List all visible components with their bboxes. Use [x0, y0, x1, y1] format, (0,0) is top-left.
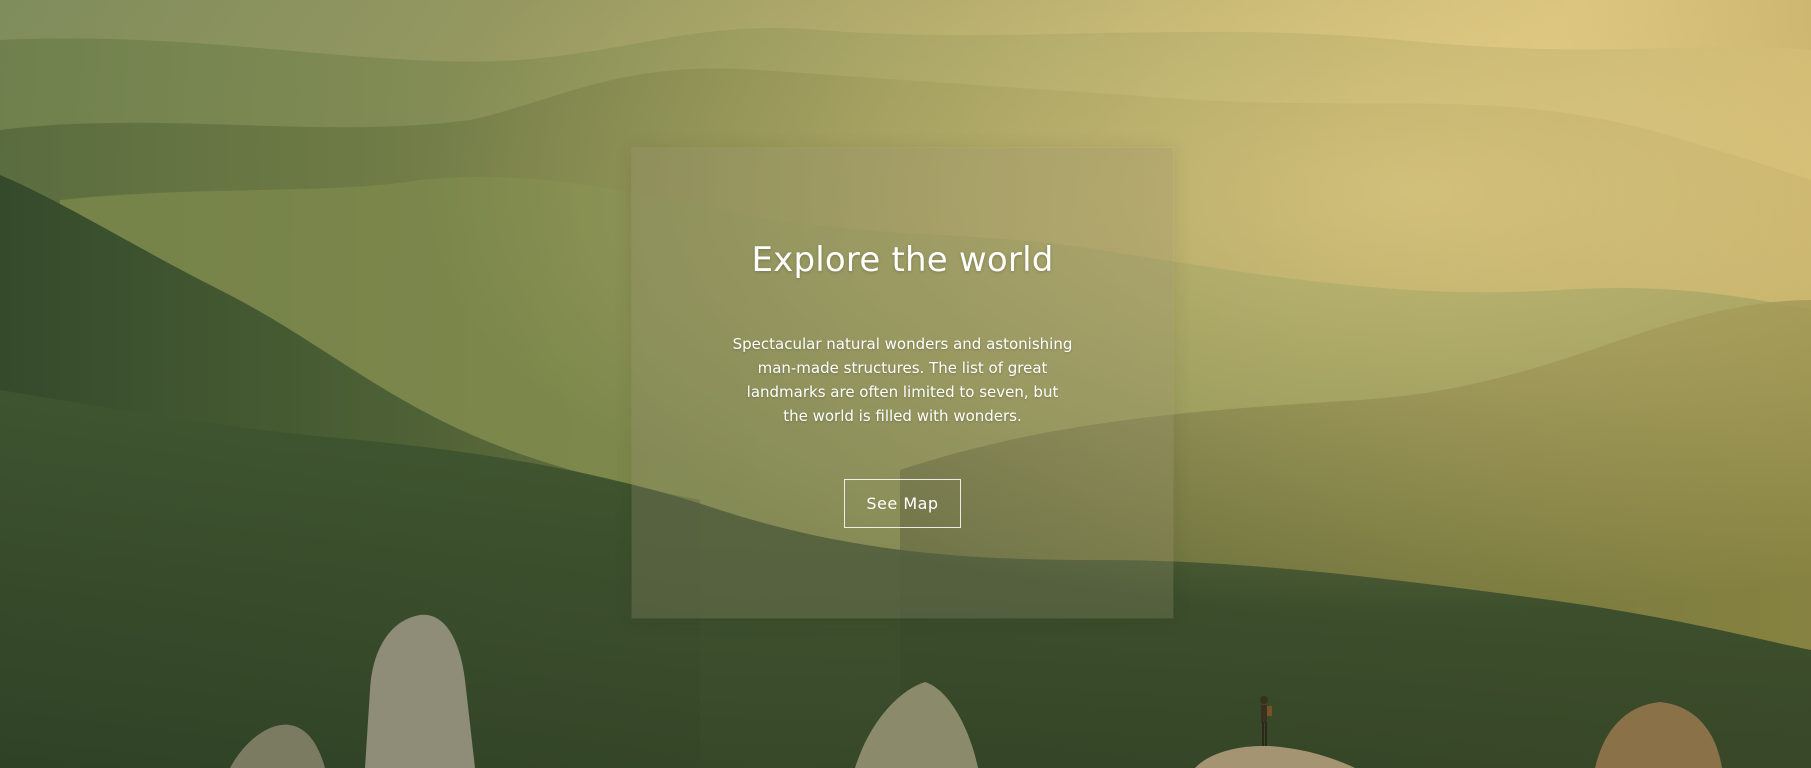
hero-section: Explore the world Spectacular natural wo…: [0, 0, 1811, 768]
see-map-button[interactable]: See Map: [844, 479, 961, 528]
hero-title: Explore the world: [751, 240, 1054, 280]
hero-description: Spectacular natural wonders and astonish…: [732, 335, 1073, 425]
hero-card: Explore the world Spectacular natural wo…: [632, 148, 1173, 618]
